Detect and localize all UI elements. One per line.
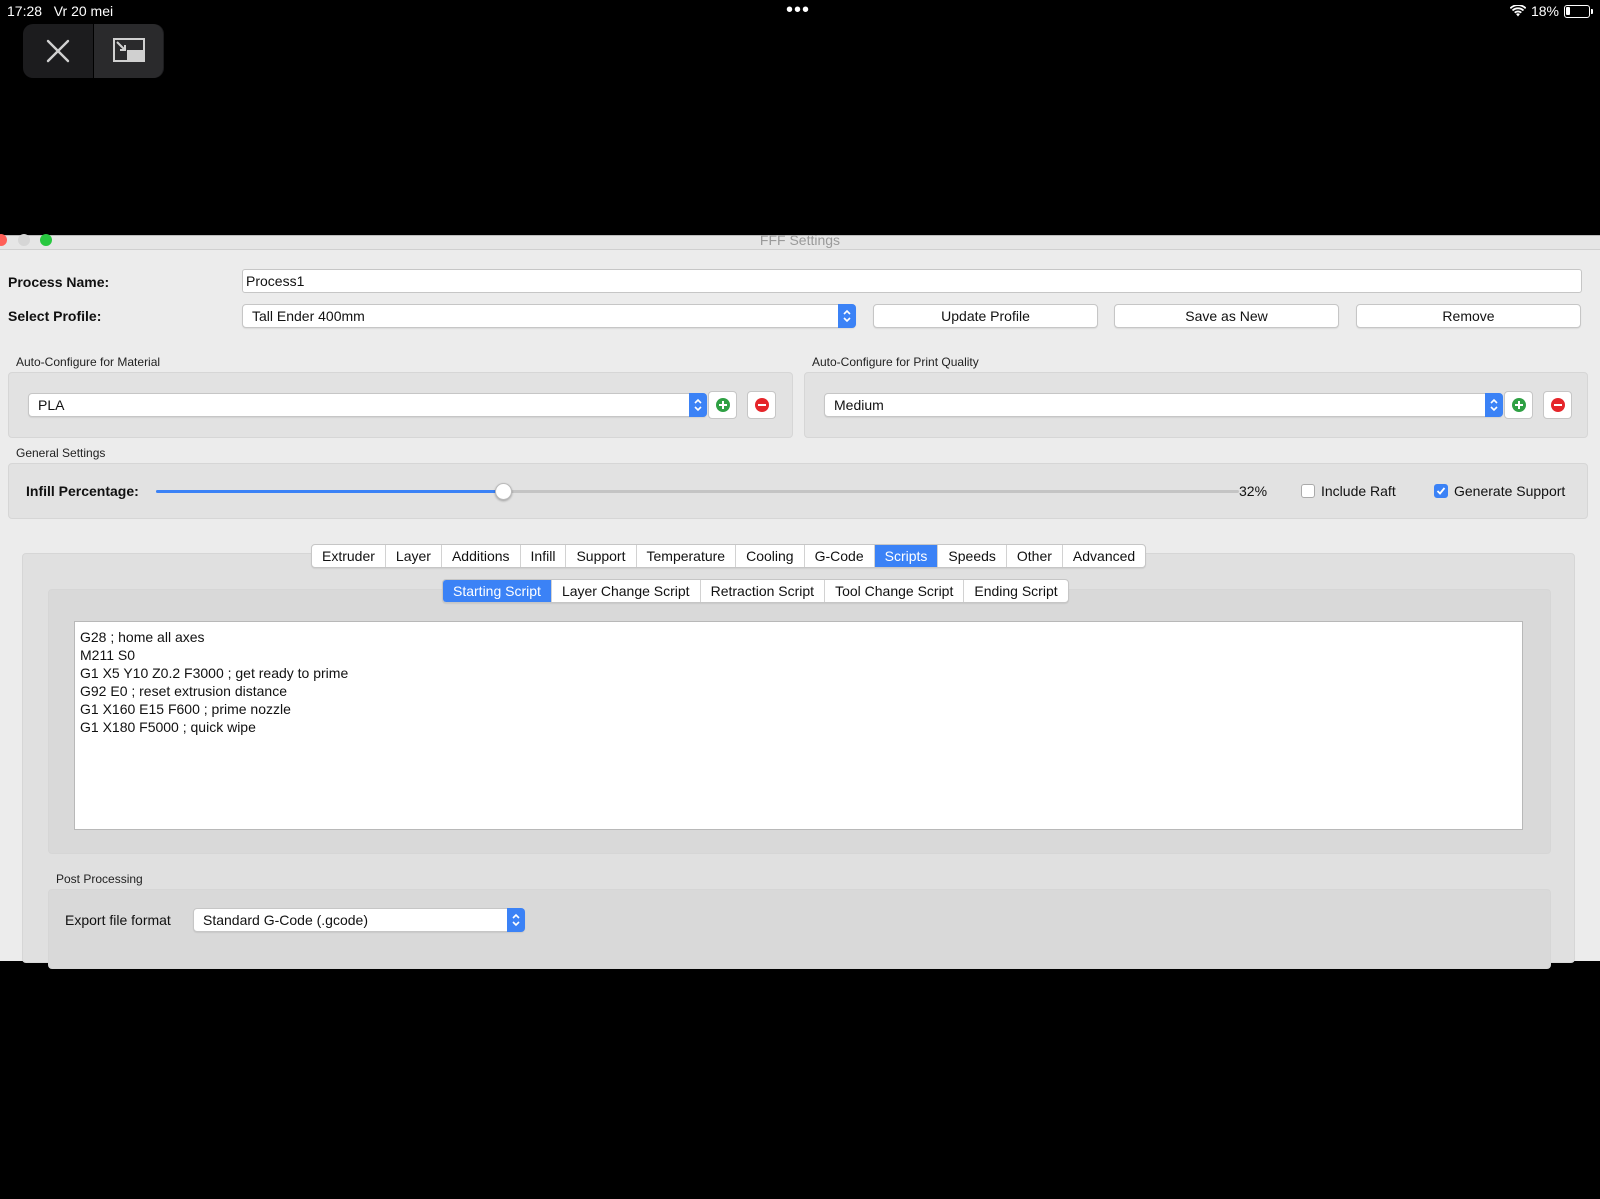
remove-profile-button[interactable]: Remove	[1356, 304, 1581, 328]
checkbox-box	[1434, 484, 1448, 498]
close-icon	[46, 39, 70, 63]
script-line: G28 ; home all axes	[80, 629, 205, 645]
material-group-label: Auto-Configure for Material	[16, 355, 161, 369]
pip-controls	[23, 24, 164, 78]
wifi-icon	[1509, 5, 1526, 17]
pip-restore-button[interactable]	[93, 24, 163, 78]
script-line: G1 X5 Y10 Z0.2 F3000 ; get ready to prim…	[80, 665, 349, 681]
profile-select-value: Tall Ender 400mm	[252, 308, 365, 324]
status-time: 17:28 Vr 20 mei	[7, 3, 114, 19]
process-name-label: Process Name:	[8, 274, 110, 290]
fff-settings-window: FFF Settings Process Name: Process1 Sele…	[0, 232, 1600, 969]
material-select[interactable]: PLA	[28, 393, 707, 417]
infill-slider-handle[interactable]	[494, 483, 512, 500]
tab-advanced[interactable]: Advanced	[1063, 545, 1145, 567]
general-settings-group: Infill Percentage: 32% Include Raft Gene…	[8, 463, 1588, 519]
tab-scripts[interactable]: Scripts	[874, 545, 939, 567]
infill-percentage-label: Infill Percentage:	[26, 483, 139, 499]
chevron-updown-icon	[507, 908, 525, 932]
script-line: G92 E0 ; reset extrusion distance	[80, 683, 287, 699]
minus-circle-icon	[754, 398, 769, 412]
close-button[interactable]	[23, 24, 93, 78]
save-as-new-button[interactable]: Save as New	[1114, 304, 1339, 328]
window-title: FFF Settings	[759, 232, 841, 248]
script-tab-layer-change-script[interactable]: Layer Change Script	[552, 580, 701, 602]
quality-select[interactable]: Medium	[824, 393, 1503, 417]
process-name-input[interactable]: Process1	[242, 269, 1582, 293]
script-editor[interactable]: G28 ; home all axes M211 S0 G1 X5 Y10 Z0.2…	[74, 621, 1523, 830]
plus-circle-icon	[1511, 398, 1526, 412]
tab-additions[interactable]: Additions	[442, 545, 521, 567]
tab-extruder[interactable]: Extruder	[312, 545, 386, 567]
material-group: PLA	[8, 372, 793, 438]
select-profile-label: Select Profile:	[8, 308, 102, 324]
battery-icon	[1564, 4, 1593, 18]
add-material-button[interactable]	[708, 391, 737, 419]
settings-tabs: Extruder Layer Additions Infill Support Tempe…	[311, 544, 1147, 568]
tab-g-code[interactable]: G-Code	[805, 545, 875, 567]
quality-group-label: Auto-Configure for Print Quality	[812, 355, 979, 369]
minus-circle-icon	[1550, 398, 1565, 412]
quality-select-value: Medium	[834, 397, 884, 413]
tab-other[interactable]: Other	[1007, 545, 1063, 567]
post-processing-group: Export file format Standard G-Code (.gco…	[48, 889, 1551, 969]
post-processing-label: Post Processing	[56, 872, 143, 886]
multitasking-dots-icon[interactable]: •••	[786, 0, 810, 20]
tab-speeds[interactable]: Speeds	[938, 545, 1007, 567]
battery-percent: 18%	[1530, 3, 1559, 19]
script-line: G1 X160 E15 F600 ; prime nozzle	[80, 701, 291, 717]
export-format-value: Standard G-Code (.gcode)	[203, 912, 368, 928]
script-tab-ending-script[interactable]: Ending Script	[964, 580, 1067, 602]
add-quality-button[interactable]	[1504, 391, 1533, 419]
plus-circle-icon	[715, 398, 730, 412]
script-line: M211 S0	[80, 647, 135, 663]
tab-cooling[interactable]: Cooling	[736, 545, 805, 567]
tab-infill[interactable]: Infill	[521, 545, 567, 567]
remove-quality-button[interactable]	[1543, 391, 1572, 419]
export-file-format-label: Export file format	[65, 912, 171, 928]
tab-support[interactable]: Support	[566, 545, 637, 567]
script-tab-starting-script[interactable]: Starting Script	[443, 580, 552, 602]
generate-support-label: Generate Support	[1454, 483, 1566, 499]
chevron-updown-icon	[1485, 393, 1503, 417]
material-select-value: PLA	[38, 397, 65, 413]
script-line: G1 X180 F5000 ; quick wipe	[80, 719, 256, 735]
include-raft-label: Include Raft	[1321, 483, 1396, 499]
checkbox-box	[1301, 484, 1315, 498]
infill-slider-fill	[156, 490, 503, 493]
status-right: 18%	[1509, 3, 1593, 19]
window-titlebar: FFF Settings	[0, 232, 1600, 250]
include-raft-checkbox[interactable]: Include Raft	[1301, 483, 1396, 499]
tab-layer[interactable]: Layer	[386, 545, 442, 567]
chevron-updown-icon	[689, 393, 707, 417]
settings-tab-panel: G28 ; home all axes M211 S0 G1 X5 Y10 Z0.2…	[22, 553, 1575, 969]
script-tab-tool-change-script[interactable]: Tool Change Script	[825, 580, 965, 602]
ios-status-bar: 17:28 Vr 20 mei ••• 18%	[0, 0, 1600, 24]
chevron-updown-icon	[838, 304, 856, 328]
scripts-panel: G28 ; home all axes M211 S0 G1 X5 Y10 Z0.2…	[48, 589, 1551, 854]
general-settings-label: General Settings	[16, 446, 106, 460]
infill-percentage-value: 32%	[1239, 483, 1268, 499]
script-tabs: Starting Script Layer Change Script Retrac…	[442, 579, 1069, 603]
remove-material-button[interactable]	[747, 391, 776, 419]
profile-select[interactable]: Tall Ender 400mm	[242, 304, 856, 328]
export-format-select[interactable]: Standard G-Code (.gcode)	[193, 908, 525, 932]
tab-temperature[interactable]: Temperature	[637, 545, 737, 567]
quality-group: Medium	[804, 372, 1588, 438]
script-tab-retraction-script[interactable]: Retraction Script	[701, 580, 826, 602]
generate-support-checkbox[interactable]: Generate Support	[1434, 483, 1565, 499]
update-profile-button[interactable]: Update Profile	[873, 304, 1098, 328]
pip-restore-icon	[112, 38, 145, 62]
